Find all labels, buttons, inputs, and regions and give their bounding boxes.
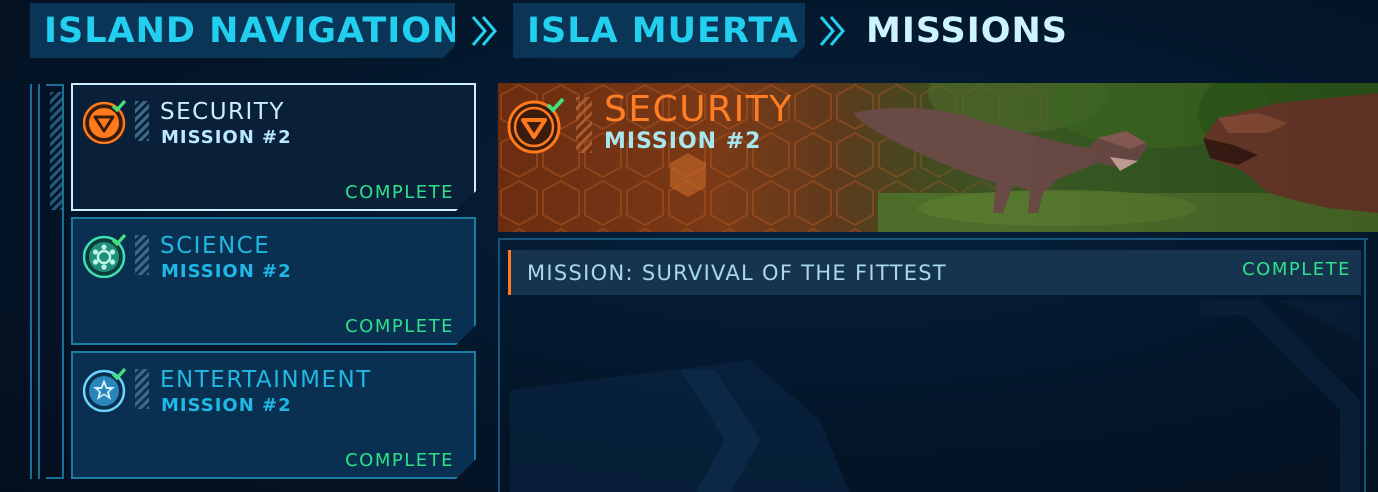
breadcrumb-label: ISLA MUERTA: [527, 10, 799, 51]
rail-hatch: [50, 92, 63, 210]
breadcrumb: ISLAND NAVIGATION ISLA MUERTA MISSIONS: [0, 0, 1378, 70]
rail-divider: [46, 477, 62, 479]
rail-divider: [38, 84, 40, 479]
mission-number: MISSION #2: [161, 261, 292, 282]
mission-status: COMPLETE: [345, 316, 454, 337]
mission-objective-row[interactable]: MISSION: SURVIVAL OF THE FITTEST COMPLET…: [508, 250, 1361, 295]
security-icon: [83, 98, 129, 144]
mission-number: MISSION #2: [161, 127, 292, 148]
mission-objective-name: MISSION: SURVIVAL OF THE FITTEST: [527, 261, 948, 285]
panel-border: [1364, 238, 1366, 492]
entertainment-icon: [83, 366, 129, 412]
mission-category: SCIENCE: [160, 233, 271, 259]
rail-divider: [46, 84, 62, 86]
mission-objective-status: COMPLETE: [1242, 259, 1351, 280]
mission-banner: SECURITY MISSION #2: [498, 83, 1378, 232]
banner-category: SECURITY: [604, 89, 793, 130]
security-icon: [507, 97, 565, 154]
chevron-right-icon: [471, 16, 497, 46]
card-hatch: [135, 235, 149, 275]
mission-number: MISSION #2: [161, 395, 292, 416]
card-hatch: [135, 101, 149, 141]
breadcrumb-label: ISLAND NAVIGATION: [44, 10, 463, 51]
mission-category: ENTERTAINMENT: [160, 367, 372, 393]
breadcrumb-isla-muerta[interactable]: ISLA MUERTA: [513, 3, 805, 58]
mission-list-panel: MISSION: SURVIVAL OF THE FITTEST COMPLET…: [498, 238, 1368, 492]
banner-hatch: [576, 97, 592, 153]
breadcrumb-current: MISSIONS: [866, 3, 1068, 58]
chevron-right-icon: [819, 16, 845, 46]
page-title: MISSIONS: [866, 10, 1068, 51]
mission-card-security[interactable]: SECURITY MISSION #2 COMPLETE: [71, 83, 476, 211]
mission-category: SECURITY: [160, 99, 285, 125]
mission-card-science[interactable]: SCIENCE MISSION #2 COMPLETE: [71, 217, 476, 345]
card-hatch: [135, 369, 149, 409]
breadcrumb-island-navigation[interactable]: ISLAND NAVIGATION: [30, 3, 455, 58]
mission-status: COMPLETE: [345, 182, 454, 203]
science-icon: [83, 232, 129, 278]
mission-card-entertainment[interactable]: ENTERTAINMENT MISSION #2 COMPLETE: [71, 351, 476, 479]
rail-divider: [30, 84, 32, 479]
banner-mission-number: MISSION #2: [604, 129, 762, 154]
mission-status: COMPLETE: [345, 450, 454, 471]
